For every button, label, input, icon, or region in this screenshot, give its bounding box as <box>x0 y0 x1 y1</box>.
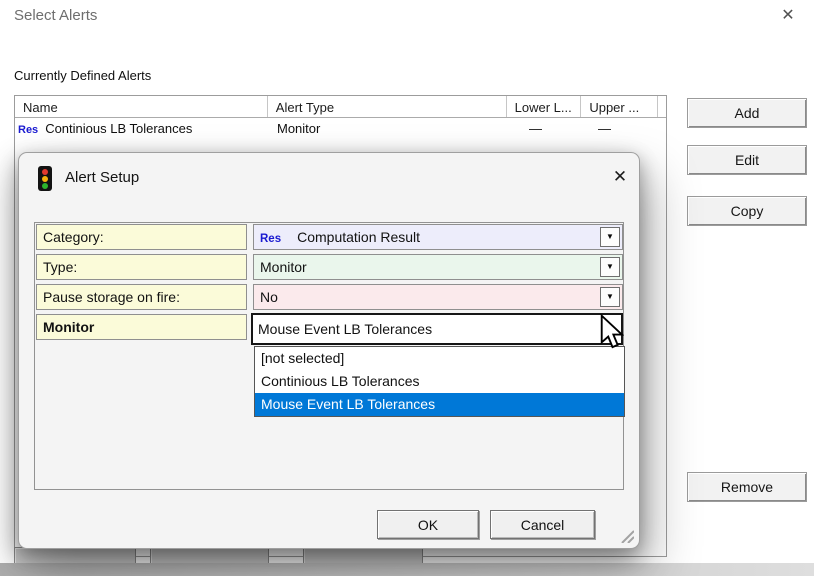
ok-button[interactable]: OK <box>377 510 479 539</box>
pause-dropdown-button[interactable]: ▼ <box>600 287 620 307</box>
type-select[interactable]: Monitor ▼ <box>253 254 623 280</box>
alert-setup-dialog: Alert Setup ✕ Category: Type: Pause stor… <box>18 152 640 549</box>
table-header-row: Name Alert Type Lower L... Upper ... <box>15 96 666 118</box>
mouse-cursor <box>600 314 624 350</box>
traffic-red-dot <box>42 169 48 175</box>
cancel-button[interactable]: Cancel <box>490 510 595 539</box>
dialog-title: Alert Setup <box>65 169 139 186</box>
partial-button[interactable] <box>303 547 423 563</box>
close-icon[interactable]: ✕ <box>776 4 800 28</box>
screen: Select Alerts ✕ Currently Defined Alerts… <box>0 0 814 576</box>
alert-name: Continious LB Tolerances <box>45 121 192 136</box>
dropdown-option-not-selected[interactable]: [not selected] <box>255 347 624 370</box>
traffic-amber-dot <box>42 176 48 182</box>
result-badge: Res <box>18 124 38 136</box>
alert-name-cell: Res Continious LB Tolerances <box>15 121 269 136</box>
category-label: Category: <box>36 224 247 250</box>
type-label: Type: <box>36 254 247 280</box>
column-header-lower-limit[interactable]: Lower L... <box>507 96 582 117</box>
pause-storage-select[interactable]: No ▼ <box>253 284 623 310</box>
pause-storage-value: No <box>260 289 278 305</box>
alert-type-cell: Monitor <box>269 121 509 136</box>
close-icon[interactable]: ✕ <box>607 164 633 190</box>
column-header-upper-limit[interactable]: Upper ... <box>581 96 658 117</box>
result-badge: Res <box>260 233 281 245</box>
monitor-value: Mouse Event LB Tolerances <box>258 321 432 337</box>
edit-button[interactable]: Edit <box>687 145 807 175</box>
partial-button[interactable] <box>150 547 269 563</box>
monitor-select[interactable]: Mouse Event LB Tolerances ▼ <box>251 313 623 345</box>
table-row[interactable]: Res Continious LB Tolerances Monitor — — <box>15 118 666 139</box>
upper-limit-cell: — <box>584 121 661 136</box>
chevron-down-icon: ▼ <box>606 263 614 271</box>
monitor-dropdown-list: [not selected] Continious LB Tolerances … <box>254 346 625 417</box>
type-dropdown-button[interactable]: ▼ <box>600 257 620 277</box>
column-header-name[interactable]: Name <box>15 96 268 117</box>
category-value: Computation Result <box>297 229 420 245</box>
pause-storage-label: Pause storage on fire: <box>36 284 247 310</box>
chevron-down-icon: ▼ <box>606 233 614 241</box>
window-title: Select Alerts <box>14 7 97 24</box>
resize-grip[interactable] <box>618 527 634 543</box>
category-select[interactable]: Res Computation Result ▼ <box>253 224 623 250</box>
traffic-light-icon <box>38 166 52 191</box>
chevron-down-icon: ▼ <box>606 293 614 301</box>
column-header-alert-type[interactable]: Alert Type <box>268 96 507 117</box>
category-dropdown-button[interactable]: ▼ <box>600 227 620 247</box>
column-header-spacer <box>658 96 666 117</box>
type-value: Monitor <box>260 259 307 275</box>
monitor-label: Monitor <box>36 314 247 340</box>
partial-button[interactable] <box>14 547 136 563</box>
add-button[interactable]: Add <box>687 98 807 128</box>
background-strip <box>0 563 814 576</box>
remove-button[interactable]: Remove <box>687 472 807 502</box>
dropdown-option-mouse-event-lb-tolerances[interactable]: Mouse Event LB Tolerances <box>255 393 624 416</box>
alerts-section-label: Currently Defined Alerts <box>14 68 151 83</box>
traffic-green-dot <box>42 183 48 189</box>
lower-limit-cell: — <box>509 121 584 136</box>
copy-button[interactable]: Copy <box>687 196 807 226</box>
dropdown-option-continious-lb-tolerances[interactable]: Continious LB Tolerances <box>255 370 624 393</box>
